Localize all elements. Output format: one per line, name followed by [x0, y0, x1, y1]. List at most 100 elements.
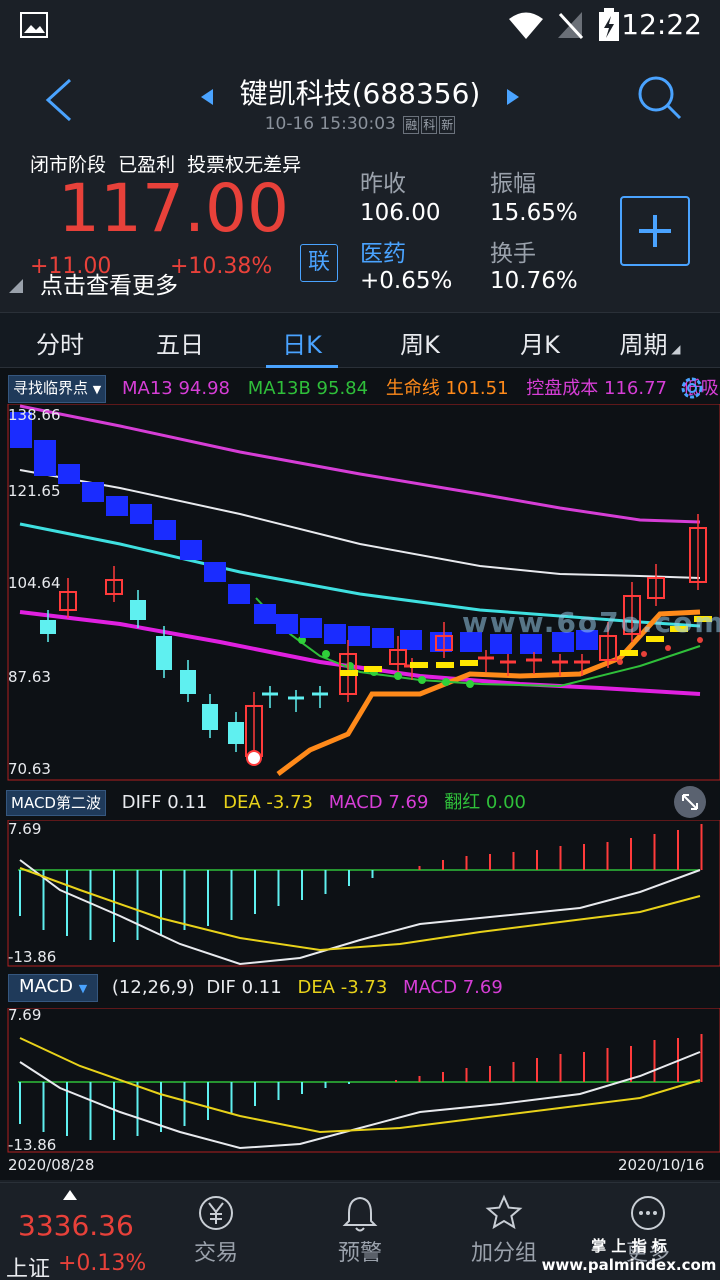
- quote-panel: 闭市阶段 已盈利 投票权无差异 117.00 +11.00 +10.38% 点击…: [0, 142, 720, 312]
- blue-block: [254, 604, 276, 624]
- chevron-down-icon: ▼: [92, 383, 102, 396]
- dea-line: [19, 1037, 701, 1134]
- kline-axis-label: 121.65: [8, 482, 61, 500]
- legend-macd: MACD 7.69: [403, 977, 503, 998]
- blue-block: [106, 496, 128, 516]
- legend-dea: DEA -3.73: [297, 977, 388, 998]
- yellow-marker: [620, 650, 638, 656]
- tag-new: 新: [439, 116, 456, 134]
- stat-label-prev-close: 昨收: [360, 171, 406, 197]
- date-start: 2020/08/28: [8, 1156, 95, 1174]
- tab-intraday[interactable]: 分时: [10, 325, 110, 360]
- more-info-link[interactable]: 点击查看更多: [0, 262, 300, 304]
- period-tabs: 分时 五日 日K 周K 月K 周期 ◢: [0, 312, 720, 368]
- macd2-legend: MACD第二波 DIFF 0.11 DEA -3.73 MACD 7.69 翻红…: [0, 788, 720, 816]
- macd2-axis-top: 7.69: [8, 820, 42, 838]
- triangle-up-icon: ◢: [667, 342, 681, 356]
- kline-axis-label: 70.63: [8, 760, 51, 778]
- index-ticker[interactable]: 3336.36 上证 +0.13%: [0, 1183, 146, 1280]
- legend-ma13b: MA13B 95.84: [247, 378, 369, 399]
- site-watermark: 掌 上 指 标 www.palmindex.com: [541, 1237, 717, 1274]
- macd2-chart[interactable]: [0, 820, 720, 968]
- kline-chart[interactable]: [0, 404, 720, 782]
- stat-label-amplitude: 振幅: [490, 171, 536, 197]
- chart-area: 寻找临界点 ▼ MA13 94.98 MA13B 95.84 生命线 101.5…: [0, 368, 720, 1180]
- next-stock-icon[interactable]: [506, 88, 520, 106]
- tag-star-market: 科: [421, 116, 438, 134]
- legend-cost: 控盘成本 116.77: [526, 378, 667, 399]
- wifi-icon: [509, 12, 543, 39]
- macd-indicator-selector[interactable]: MACD ▼: [8, 974, 99, 1002]
- gear-icon[interactable]: [678, 374, 706, 402]
- kline-axis-label: 87.63: [8, 668, 51, 686]
- candle-body: [156, 636, 172, 670]
- expand-icon[interactable]: [674, 786, 706, 818]
- blue-block: [82, 482, 104, 502]
- signal-dot: [322, 650, 330, 658]
- tab-weekly-k[interactable]: 周K: [370, 325, 470, 360]
- tab-monthly-k[interactable]: 月K: [490, 325, 590, 360]
- signal-dot: [466, 680, 474, 688]
- watermark: www.6o7o.com: [462, 606, 720, 639]
- blue-block: [324, 624, 346, 644]
- yellow-marker: [340, 670, 358, 676]
- buy-marker: [246, 750, 262, 766]
- linked-stocks-button[interactable]: 联: [300, 244, 338, 282]
- nav-alert[interactable]: 预警: [290, 1183, 430, 1267]
- chevron-down-icon: ▼: [78, 982, 88, 995]
- blue-block: [348, 626, 370, 646]
- clock: 12:22: [621, 8, 702, 41]
- date-end: 2020/10/16: [618, 1156, 705, 1174]
- signal-dot: [665, 645, 671, 651]
- signal-dot: [641, 651, 647, 657]
- star-icon: [434, 1183, 574, 1235]
- no-signal-icon: [558, 12, 584, 40]
- dif-line: [19, 1051, 701, 1150]
- blue-block: [372, 628, 394, 648]
- stat-value-amplitude: 15.65%: [490, 200, 578, 226]
- tab-daily-k[interactable]: 日K: [252, 325, 352, 360]
- candle-body: [202, 704, 218, 730]
- yellow-marker: [410, 662, 428, 668]
- more-icon: [578, 1183, 718, 1235]
- blue-block: [276, 614, 298, 634]
- bottom-bar: 3336.36 上证 +0.13% 交易 预警 加分组 更多 掌 上 指 标 w…: [0, 1182, 720, 1280]
- image-notification-icon: [20, 12, 48, 38]
- signal-dot: [617, 659, 623, 665]
- signal-dot: [418, 676, 426, 684]
- kline-indicator-selector[interactable]: 寻找临界点 ▼: [8, 375, 107, 403]
- add-watchlist-button[interactable]: [620, 196, 690, 266]
- signal-dot: [346, 662, 354, 670]
- index-name: 上证: [6, 1257, 51, 1280]
- blue-block: [154, 520, 176, 540]
- legend-macd-params: (12,26,9): [111, 977, 195, 998]
- yellow-marker: [436, 662, 454, 668]
- signal-dot: [442, 678, 450, 686]
- legend-turn-red: 翻红 0.00: [444, 792, 527, 813]
- blue-block: [180, 540, 202, 560]
- kline-axis-label: 138.66: [8, 406, 61, 424]
- stat-label-sector[interactable]: 医药: [360, 234, 406, 268]
- blue-block: [130, 504, 152, 524]
- blue-block: [300, 618, 322, 638]
- kline-axis-label: 104.64: [8, 574, 61, 592]
- macd-legend: MACD ▼ (12,26,9) DIF 0.11 DEA -3.73 MACD…: [0, 974, 720, 1002]
- yellow-marker: [460, 660, 478, 666]
- tab-period[interactable]: 周期 ◢: [600, 325, 700, 360]
- macd-chart[interactable]: [0, 1008, 720, 1154]
- tab-five-day[interactable]: 五日: [130, 325, 230, 360]
- quote-timestamp: 10-16 15:30:03 融科新: [264, 114, 456, 134]
- index-value: 3336.36: [18, 1209, 134, 1242]
- nav-trade[interactable]: 交易: [146, 1183, 286, 1267]
- legend-lifeline: 生命线 101.51: [385, 378, 509, 399]
- stock-header: 键凯科技(688356) 10-16 15:30:03 融科新: [0, 52, 720, 142]
- macd2-indicator-selector[interactable]: MACD第二波: [6, 790, 106, 816]
- legend-diff: DIFF 0.11: [121, 792, 208, 813]
- ma-white-line: [19, 469, 701, 579]
- bell-icon: [290, 1183, 430, 1235]
- blue-block: [58, 464, 80, 484]
- legend-dif: DIF 0.11: [206, 977, 282, 998]
- stock-title: 键凯科技(688356): [239, 77, 481, 110]
- index-pct: +0.13%: [58, 1251, 147, 1276]
- blue-block: [400, 630, 422, 650]
